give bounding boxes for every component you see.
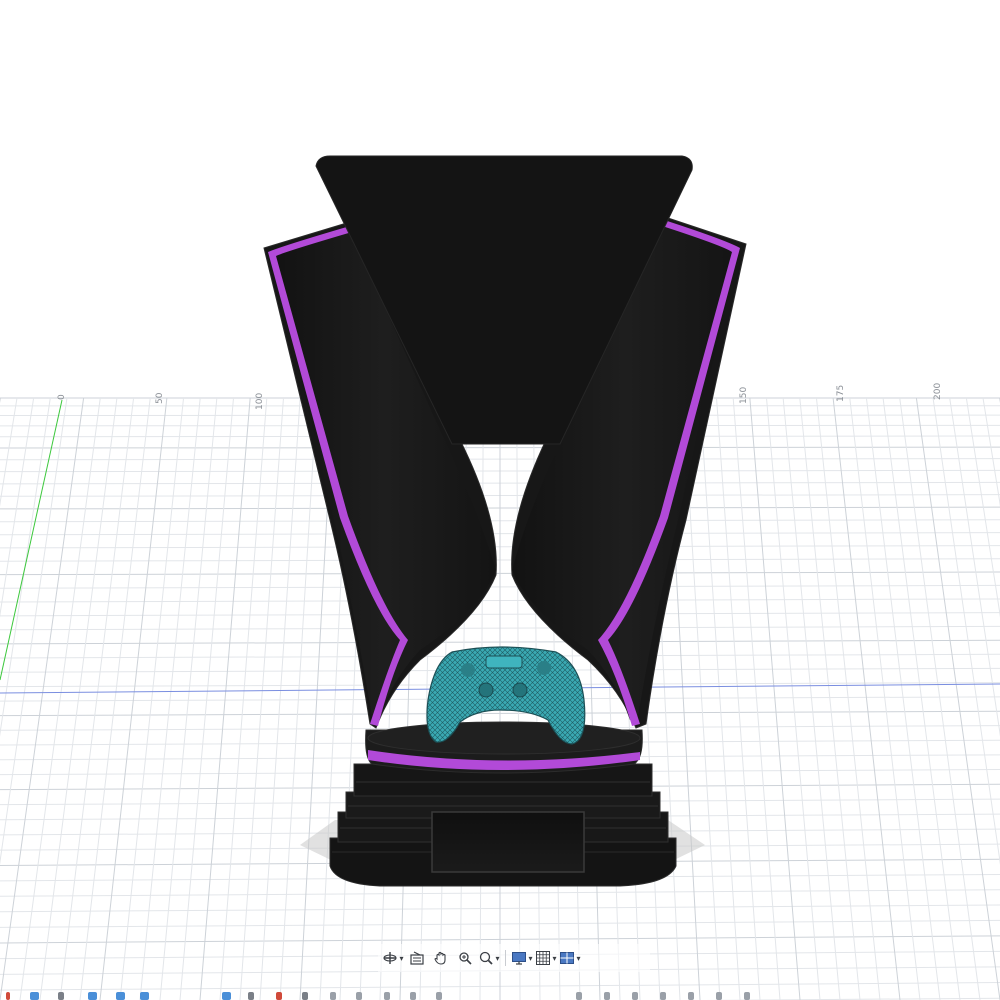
look-at-button[interactable] xyxy=(406,946,428,970)
ruler-label: 175 xyxy=(836,385,846,402)
timeline-icon[interactable] xyxy=(330,992,336,1000)
ruler-label: 0 xyxy=(57,394,67,400)
viewports-button[interactable]: ▾ xyxy=(559,946,581,970)
grid-line xyxy=(79,397,151,1000)
chevron-down-icon[interactable]: ▾ xyxy=(528,954,532,963)
chevron-down-icon[interactable]: ▾ xyxy=(576,954,580,963)
grid-line xyxy=(0,399,63,681)
display-settings-button[interactable]: ▾ xyxy=(511,946,533,970)
timeline-icon[interactable] xyxy=(660,992,666,1000)
timeline-icon[interactable] xyxy=(58,992,64,1000)
hand-icon xyxy=(433,950,449,966)
timeline-icon[interactable] xyxy=(248,992,254,1000)
grid-line xyxy=(982,397,1000,507)
fit-button[interactable]: ▾ xyxy=(478,946,500,970)
grid-line xyxy=(849,397,921,1000)
grid-line xyxy=(732,397,781,1000)
chevron-down-icon[interactable]: ▾ xyxy=(399,954,403,963)
grid-line xyxy=(0,397,18,507)
grid-line xyxy=(815,397,881,1000)
timeline-icon[interactable] xyxy=(356,992,362,1000)
grid-settings-button[interactable]: ▾ xyxy=(535,946,557,970)
chevron-down-icon[interactable]: ▾ xyxy=(552,954,556,963)
grid-line xyxy=(0,397,68,866)
pan-button[interactable] xyxy=(430,946,452,970)
timeline-icon[interactable] xyxy=(384,992,390,1000)
timeline-icon[interactable] xyxy=(410,992,416,1000)
look-at-icon xyxy=(409,950,425,966)
grid-line xyxy=(899,397,981,1000)
magnifier-icon xyxy=(478,950,494,966)
grid-line xyxy=(19,397,101,1000)
ruler-label: 150 xyxy=(739,387,749,404)
timeline-icon[interactable] xyxy=(6,992,10,1000)
zoom-window-icon xyxy=(457,950,473,966)
timeline-icon[interactable] xyxy=(436,992,442,1000)
platform-top xyxy=(367,721,641,755)
timeline-icon[interactable] xyxy=(576,992,582,1000)
timeline-icon[interactable] xyxy=(604,992,610,1000)
orbit-icon xyxy=(382,950,398,966)
ruler-label: 50 xyxy=(155,392,165,404)
timeline-icon[interactable] xyxy=(276,992,282,1000)
ruler-label: 200 xyxy=(933,383,943,400)
3d-viewport[interactable]: 0 50 100 150 175 200 xyxy=(0,0,1000,1000)
timeline-strip xyxy=(0,990,1000,1000)
viewports-icon xyxy=(559,950,575,966)
timeline-icon[interactable] xyxy=(302,992,308,1000)
grid-line xyxy=(99,397,168,1000)
grid-line xyxy=(799,397,861,1000)
grid-line xyxy=(716,397,761,1000)
grid-line xyxy=(832,397,901,1000)
timeline-icon[interactable] xyxy=(716,992,722,1000)
chevron-down-icon[interactable]: ▾ xyxy=(495,954,499,963)
grid-line xyxy=(932,397,1000,866)
grid-line xyxy=(699,397,741,1000)
toolbar-divider xyxy=(505,950,506,966)
zoom-window-button[interactable] xyxy=(454,946,476,970)
monitor-icon xyxy=(511,950,527,966)
grid-icon xyxy=(535,950,551,966)
timeline-icon[interactable] xyxy=(88,992,97,1000)
ruler-label: 100 xyxy=(255,393,265,410)
timeline-icon[interactable] xyxy=(688,992,694,1000)
grid-line xyxy=(949,397,1000,737)
orbit-button[interactable]: ▾ xyxy=(382,946,404,970)
grid-line xyxy=(139,397,201,1000)
timeline-icon[interactable] xyxy=(116,992,125,1000)
timeline-icon[interactable] xyxy=(222,992,231,1000)
timeline-icon[interactable] xyxy=(140,992,149,1000)
grid-line xyxy=(39,397,118,1000)
grid-line xyxy=(882,397,961,1000)
timeline-icon[interactable] xyxy=(632,992,638,1000)
name-plate xyxy=(431,811,585,873)
grid-line xyxy=(119,397,185,1000)
navigation-toolbar: ▾ ▾ ▾ ▾ ▾ xyxy=(378,944,650,972)
timeline-icon[interactable] xyxy=(744,992,750,1000)
timeline-icon[interactable] xyxy=(30,992,39,1000)
